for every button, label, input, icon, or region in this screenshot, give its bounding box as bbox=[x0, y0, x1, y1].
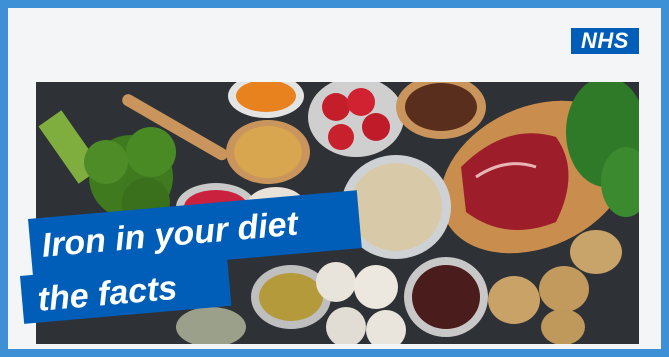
nhs-logo: NHS bbox=[571, 28, 639, 54]
